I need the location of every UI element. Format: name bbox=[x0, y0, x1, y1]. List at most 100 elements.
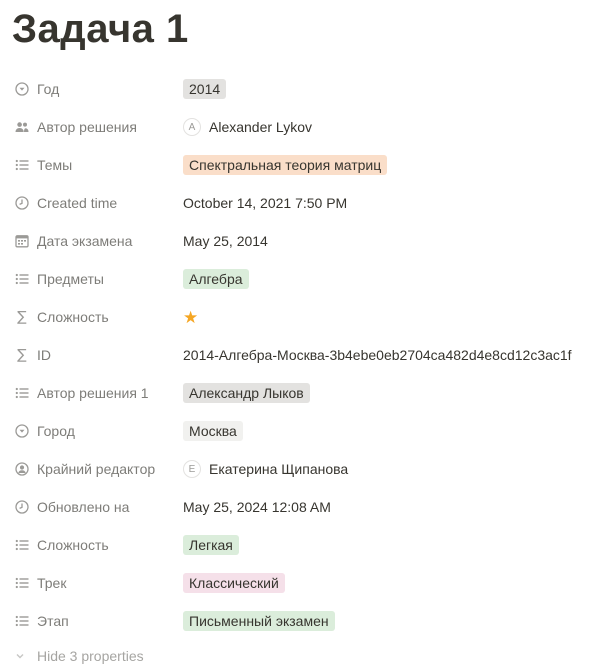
property-name-label: Город bbox=[37, 423, 75, 439]
property-name-label: Автор решения bbox=[37, 119, 137, 135]
property-row-12: Сложность Легкая bbox=[0, 526, 609, 564]
tag[interactable]: 2014 bbox=[183, 79, 227, 99]
property-row-6: ∑ Сложность ★ bbox=[0, 298, 609, 336]
property-value[interactable]: May 25, 2014 bbox=[183, 222, 601, 260]
property-name[interactable]: Этап bbox=[14, 602, 174, 640]
property-name-label: Дата экзамена bbox=[37, 233, 133, 249]
property-row-8: Автор решения 1 Александр Лыков bbox=[0, 374, 609, 412]
property-value[interactable]: Спектральная теория матриц bbox=[183, 146, 601, 184]
property-name[interactable]: Дата экзамена bbox=[14, 222, 174, 260]
star-icon: ★ bbox=[183, 307, 199, 327]
property-name[interactable]: Год bbox=[14, 70, 174, 108]
property-name[interactable]: Крайний редактор bbox=[14, 450, 174, 488]
property-row-11: Обновлено на May 25, 2024 12:08 AM bbox=[0, 488, 609, 526]
property-name-label: Сложность bbox=[37, 309, 109, 325]
tag[interactable]: Спектральная теория матриц bbox=[183, 155, 388, 175]
property-value-text: October 14, 2021 7:50 PM bbox=[183, 195, 348, 211]
avatar: A bbox=[183, 118, 201, 136]
list-icon bbox=[14, 537, 30, 553]
property-name-label: Created time bbox=[37, 195, 118, 211]
property-row-13: Трек Классический bbox=[0, 564, 609, 602]
clock-icon bbox=[14, 499, 30, 515]
person-chip[interactable]: E Екатерина Щипанова bbox=[183, 460, 348, 478]
property-row-1: Автор решения A Alexander Lykov bbox=[0, 108, 609, 146]
property-row-3: Created time October 14, 2021 7:50 PM bbox=[0, 184, 609, 222]
property-row-0: Год 2014 bbox=[0, 70, 609, 108]
sigma-icon: ∑ bbox=[17, 347, 27, 363]
tag[interactable]: Александр Лыков bbox=[183, 383, 310, 403]
property-value[interactable]: 2014-Алгебра-Москва-3b4ebe0eb2704ca482d4… bbox=[183, 336, 601, 374]
property-value[interactable]: E Екатерина Щипанова bbox=[183, 450, 601, 488]
property-value[interactable]: ★ bbox=[183, 298, 601, 336]
property-value[interactable]: Александр Лыков bbox=[183, 374, 601, 412]
property-value-text: May 25, 2014 bbox=[183, 233, 268, 249]
property-row-4: Дата экзамена May 25, 2014 bbox=[0, 222, 609, 260]
property-name[interactable]: Обновлено на bbox=[14, 488, 174, 526]
property-name-label: Крайний редактор bbox=[37, 461, 156, 477]
property-name[interactable]: Темы bbox=[14, 146, 174, 184]
calendar-icon bbox=[14, 233, 30, 249]
property-name[interactable]: Предметы bbox=[14, 260, 174, 298]
page: Задача 1 Год 2014 Автор решения A Alexander … bbox=[0, 0, 609, 664]
tag[interactable]: Москва bbox=[183, 421, 243, 441]
property-name[interactable]: Created time bbox=[14, 184, 174, 222]
property-value[interactable]: Москва bbox=[183, 412, 601, 450]
tag[interactable]: Легкая bbox=[183, 535, 239, 555]
property-name-label: Год bbox=[37, 81, 60, 97]
property-row-14: Этап Письменный экзамен bbox=[0, 602, 609, 640]
property-name-label: Трек bbox=[37, 575, 67, 591]
property-name-label: Предметы bbox=[37, 271, 104, 287]
property-value[interactable]: May 25, 2024 12:08 AM bbox=[183, 488, 601, 526]
chevron-down-icon bbox=[14, 650, 30, 662]
property-name[interactable]: Трек bbox=[14, 564, 174, 602]
people-icon bbox=[14, 119, 30, 135]
property-name[interactable]: Автор решения 1 bbox=[14, 374, 174, 412]
property-row-7: ∑ ID 2014-Алгебра-Москва-3b4ebe0eb2704ca48… bbox=[0, 336, 609, 374]
person-name: Alexander Lykov bbox=[209, 119, 312, 135]
person-chip[interactable]: A Alexander Lykov bbox=[183, 118, 312, 136]
property-value[interactable]: Классический bbox=[183, 564, 601, 602]
page-title[interactable]: Задача 1 bbox=[12, 6, 189, 52]
property-name[interactable]: ∑ Сложность bbox=[14, 298, 174, 336]
list-icon bbox=[14, 385, 30, 401]
clock-icon bbox=[14, 195, 30, 211]
select-icon bbox=[14, 423, 30, 439]
sigma-icon: ∑ bbox=[17, 309, 27, 325]
person-name: Екатерина Щипанова bbox=[209, 461, 349, 477]
property-value-text: May 25, 2024 12:08 AM bbox=[183, 499, 331, 515]
avatar: E bbox=[183, 460, 201, 478]
property-value[interactable]: 2014 bbox=[183, 70, 601, 108]
person-circle-icon bbox=[14, 461, 30, 477]
property-name[interactable]: Город bbox=[14, 412, 174, 450]
tag[interactable]: Письменный экзамен bbox=[183, 611, 335, 631]
tag[interactable]: Классический bbox=[183, 573, 285, 593]
property-name-label: Темы bbox=[37, 157, 73, 173]
list-icon bbox=[14, 613, 30, 629]
property-name-label: ID bbox=[37, 347, 51, 363]
property-name-label: Обновлено на bbox=[37, 499, 130, 515]
property-name-label: Сложность bbox=[37, 537, 109, 553]
property-row-2: Темы Спектральная теория матриц bbox=[0, 146, 609, 184]
property-row-9: Город Москва bbox=[0, 412, 609, 450]
list-icon bbox=[14, 271, 30, 287]
hide-properties-label: Hide 3 properties bbox=[37, 648, 144, 664]
hide-properties-toggle[interactable]: Hide 3 properties bbox=[14, 648, 144, 664]
property-value[interactable]: October 14, 2021 7:50 PM bbox=[183, 184, 601, 222]
property-row-10: Крайний редактор E Екатерина Щипанова bbox=[0, 450, 609, 488]
properties-list: Год 2014 Автор решения A Alexander Lykov Темы… bbox=[0, 70, 609, 640]
property-value[interactable]: A Alexander Lykov bbox=[183, 108, 601, 146]
select-icon bbox=[14, 81, 30, 97]
property-name[interactable]: Сложность bbox=[14, 526, 174, 564]
property-value[interactable]: Письменный экзамен bbox=[183, 602, 601, 640]
property-name-label: Этап bbox=[37, 613, 69, 629]
property-name[interactable]: ∑ ID bbox=[14, 336, 174, 374]
property-value[interactable]: Алгебра bbox=[183, 260, 601, 298]
property-value-text: 2014-Алгебра-Москва-3b4ebe0eb2704ca482d4… bbox=[183, 347, 572, 363]
list-icon bbox=[14, 575, 30, 591]
property-name[interactable]: Автор решения bbox=[14, 108, 174, 146]
tag[interactable]: Алгебра bbox=[183, 269, 249, 289]
property-row-5: Предметы Алгебра bbox=[0, 260, 609, 298]
property-value[interactable]: Легкая bbox=[183, 526, 601, 564]
list-icon bbox=[14, 157, 30, 173]
property-name-label: Автор решения 1 bbox=[37, 385, 149, 401]
